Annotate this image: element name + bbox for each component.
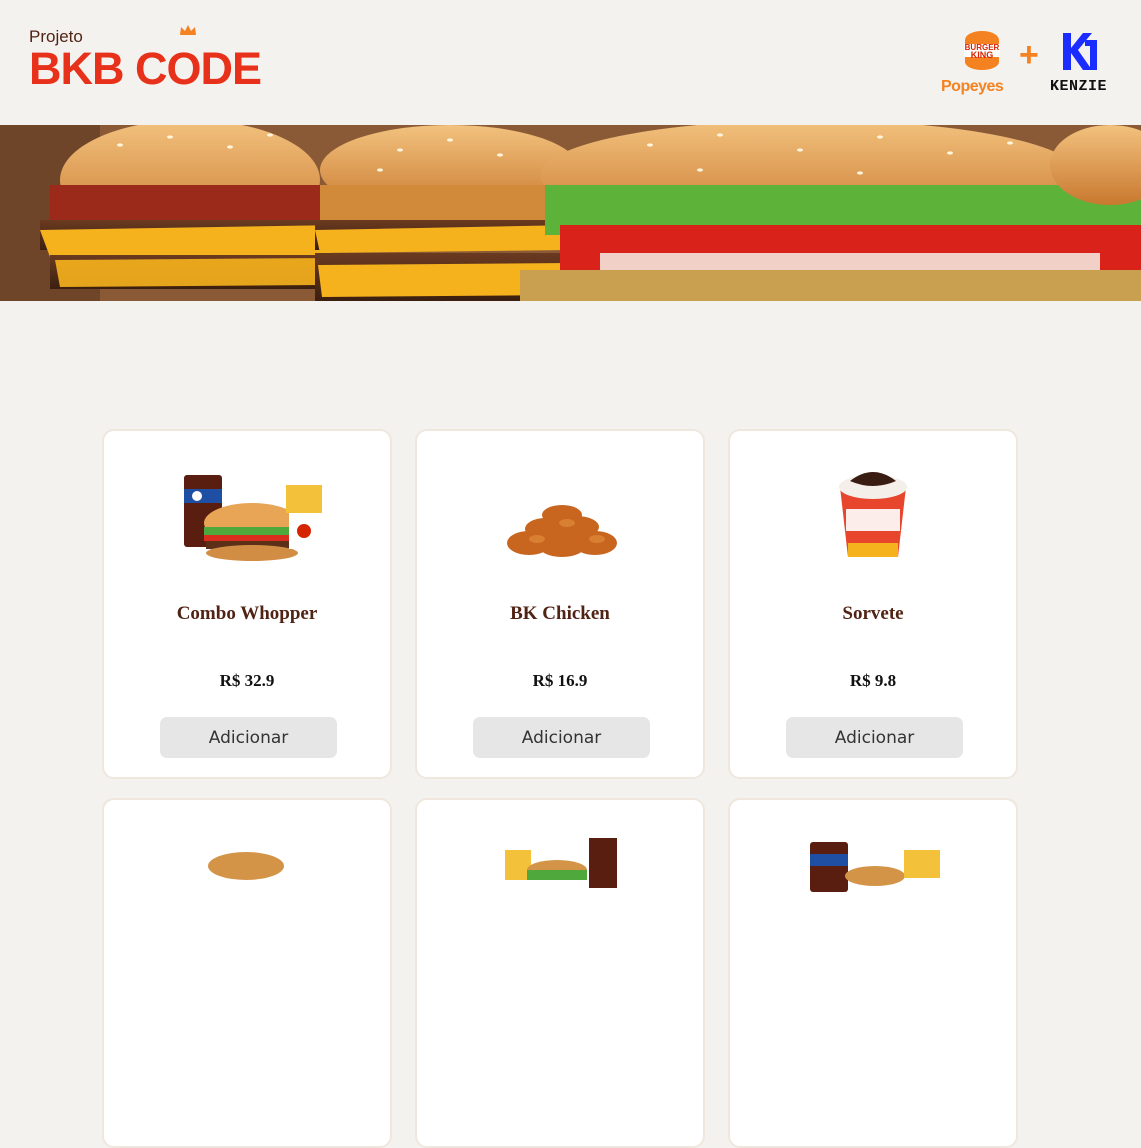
add-to-cart-button[interactable]: Adicionar (786, 717, 963, 758)
product-price: R$ 32.9 (219, 671, 275, 690)
brand-logo[interactable]: Projeto BKB CODE (29, 25, 262, 94)
product-card (102, 798, 392, 1148)
product-card: Combo Whopper R$ 32.9 Adicionar (102, 429, 392, 779)
combo-pepsi-image (810, 842, 940, 892)
product-price: R$ 16.9 (532, 671, 588, 690)
product-card: Sorvete R$ 9.8 Adicionar (728, 429, 1018, 779)
burger-king-logo: BURGER KING (964, 31, 1000, 70)
add-to-cart-button[interactable]: Adicionar (160, 717, 337, 758)
kenzie-logo: KENZIE (1050, 78, 1108, 95)
header: Projeto BKB CODE BURGER KING Popeyes + K… (0, 0, 1141, 125)
popeyes-logo: Popeyes (941, 78, 1004, 95)
chicken-nuggets-image (507, 505, 617, 557)
kenzie-icon (1063, 33, 1097, 70)
product-name: BK Chicken (510, 603, 610, 624)
combo-image (505, 838, 617, 888)
svg-text:KING: KING (971, 50, 994, 60)
add-to-cart-button[interactable]: Adicionar (473, 717, 650, 758)
plus-sign: + (1019, 36, 1039, 74)
product-card: BK Chicken R$ 16.9 Adicionar (415, 429, 705, 779)
burgers-banner-image (0, 125, 1141, 301)
crown-icon (180, 25, 196, 35)
sundae-image (839, 472, 907, 557)
product-card (415, 798, 705, 1148)
hero-banner (0, 125, 1141, 301)
product-card (728, 798, 1018, 1148)
product-name: Combo Whopper (176, 603, 318, 624)
burger-image (208, 852, 284, 880)
product-price: R$ 9.8 (849, 671, 897, 690)
product-name: Sorvete (842, 603, 904, 624)
combo-whopper-image (184, 475, 322, 561)
brand-title: BKB CODE (29, 43, 262, 94)
partner-logos: BURGER KING Popeyes + KENZIE (941, 30, 1111, 96)
